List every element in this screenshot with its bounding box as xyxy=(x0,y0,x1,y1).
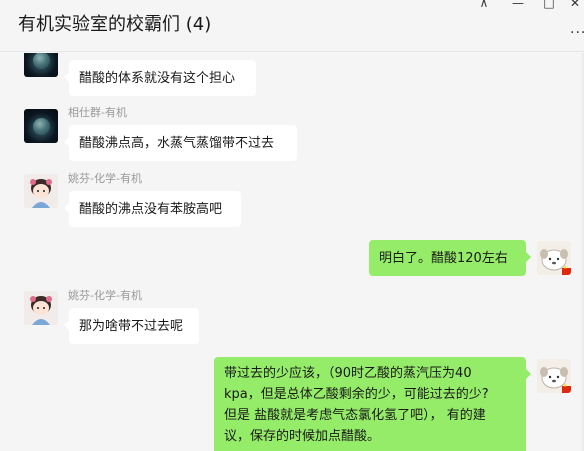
more-options-icon[interactable]: ··· xyxy=(570,26,584,40)
title-bar: 有机实验室的校霸们 (4) ⊼ — □ ✕ ··· xyxy=(0,0,584,52)
girl-avatar-icon xyxy=(24,174,58,208)
message-bubble[interactable]: 那为啥带不过去呢 xyxy=(64,308,199,344)
minimize-icon[interactable]: — xyxy=(510,0,526,10)
message-line: 带过去的少应该，（90时乙酸的蒸汽压为40 xyxy=(224,366,472,381)
message-line: 议，保存的时候加点醋酸。 xyxy=(224,429,381,444)
china-flag-icon xyxy=(562,383,571,393)
pin-icon[interactable]: ⊼ xyxy=(476,0,492,10)
sender-name: 相仕群-有机 xyxy=(68,106,127,119)
chat-message-list[interactable]: 醋酸的体系就没有这个担心 相仕群-有机 醋酸沸点高，水蒸气蒸馏带不过去 姚芬-化… xyxy=(0,53,584,451)
girl-avatar[interactable] xyxy=(24,291,58,325)
dog-avatar[interactable] xyxy=(537,359,571,393)
earth-avatar[interactable] xyxy=(24,109,58,143)
message-bubble[interactable]: 明白了。醋酸120左右 xyxy=(369,240,531,276)
message-line: kpa，但是总体乙酸剩余的少，可能过去的少? xyxy=(224,387,489,402)
message-bubble[interactable]: 带过去的少应该，（90时乙酸的蒸汽压为40 kpa，但是总体乙酸剩余的少，可能过… xyxy=(214,357,531,451)
close-icon[interactable]: ✕ xyxy=(567,0,583,10)
dog-avatar[interactable] xyxy=(537,241,571,275)
message-bubble[interactable]: 醋酸沸点高，水蒸气蒸馏带不过去 xyxy=(64,125,297,161)
girl-avatar[interactable] xyxy=(24,174,58,208)
chat-title: 有机实验室的校霸们 (4) xyxy=(18,14,212,35)
maximize-icon[interactable]: □ xyxy=(541,0,557,10)
earth-avatar[interactable] xyxy=(24,53,58,77)
china-flag-icon xyxy=(562,265,571,275)
sender-name: 姚芬-化学-有机 xyxy=(68,172,142,185)
message-line: 但是 盐酸就是考虑气态氯化氢了吧）， 有的建 xyxy=(224,408,486,423)
sender-name: 姚芬-化学-有机 xyxy=(68,289,142,302)
message-bubble[interactable]: 醋酸的沸点没有苯胺高吧 xyxy=(64,191,241,227)
message-bubble[interactable]: 醋酸的体系就没有这个担心 xyxy=(64,60,256,96)
girl-avatar-icon xyxy=(24,291,58,325)
